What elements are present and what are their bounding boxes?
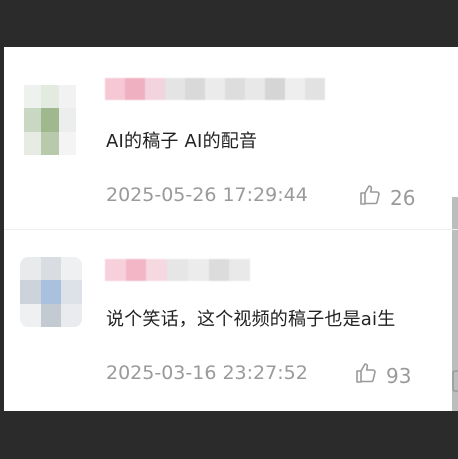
like-count: 26 xyxy=(390,185,416,210)
like-button[interactable]: 26 xyxy=(358,183,415,212)
avatar-pixel xyxy=(20,303,41,327)
thumbs-up-icon xyxy=(354,361,378,390)
avatar-pixel xyxy=(40,257,62,281)
username-pixel xyxy=(265,78,285,100)
comments-panel: AI的稿子 AI的配音 2025-05-26 17:29:44 26 说个笑话，… xyxy=(4,47,458,411)
username-pixel xyxy=(105,259,126,281)
username-pixel xyxy=(205,78,225,100)
username-pixel xyxy=(245,78,265,100)
comment-timestamp: 2025-03-16 23:27:52 xyxy=(106,362,308,384)
username-pixel xyxy=(187,259,209,281)
avatar-pixel xyxy=(58,85,76,109)
avatar-pixel xyxy=(61,303,82,327)
avatar-pixel xyxy=(41,108,59,132)
comment-text: AI的稿子 AI的配音 xyxy=(106,131,258,152)
avatar-pixel xyxy=(58,108,76,132)
avatar-pixel xyxy=(24,108,42,132)
avatar-pixel xyxy=(40,303,62,327)
avatar-pixel xyxy=(41,131,59,155)
username-pixel xyxy=(285,78,305,100)
username-pixel xyxy=(125,259,147,281)
username-pixel xyxy=(125,78,145,100)
avatar-pixel xyxy=(41,85,59,109)
like-button[interactable]: 93 xyxy=(354,361,411,390)
username-pixel xyxy=(145,78,165,100)
avatar-pixel xyxy=(61,257,82,281)
username-pixel xyxy=(146,259,168,281)
avatar-pixel xyxy=(58,131,76,155)
username-pixel xyxy=(167,259,188,281)
avatar[interactable] xyxy=(24,85,76,155)
like-count: 93 xyxy=(386,363,412,388)
more-icon[interactable] xyxy=(452,369,458,393)
username-blurred[interactable] xyxy=(105,259,251,281)
comment-timestamp: 2025-05-26 17:29:44 xyxy=(106,184,308,206)
avatar[interactable] xyxy=(20,257,82,327)
username-pixel xyxy=(165,78,185,100)
comment-text: 说个笑话，这个视频的稿子也是ai生 xyxy=(106,309,396,330)
username-pixel xyxy=(208,259,230,281)
avatar-pixel xyxy=(20,257,41,281)
thumbs-up-icon xyxy=(358,183,382,212)
divider xyxy=(4,229,458,230)
avatar-pixel xyxy=(40,280,62,304)
avatar-pixel xyxy=(24,85,42,109)
username-pixel xyxy=(229,259,251,281)
avatar-pixel xyxy=(61,280,82,304)
username-blurred[interactable] xyxy=(105,78,325,100)
username-pixel xyxy=(225,78,245,100)
avatar-pixel xyxy=(20,280,41,304)
username-pixel xyxy=(305,78,325,100)
username-pixel xyxy=(185,78,205,100)
comment-item: AI的稿子 AI的配音 2025-05-26 17:29:44 26 xyxy=(4,47,458,229)
avatar-pixel xyxy=(24,131,42,155)
username-pixel xyxy=(105,78,125,100)
